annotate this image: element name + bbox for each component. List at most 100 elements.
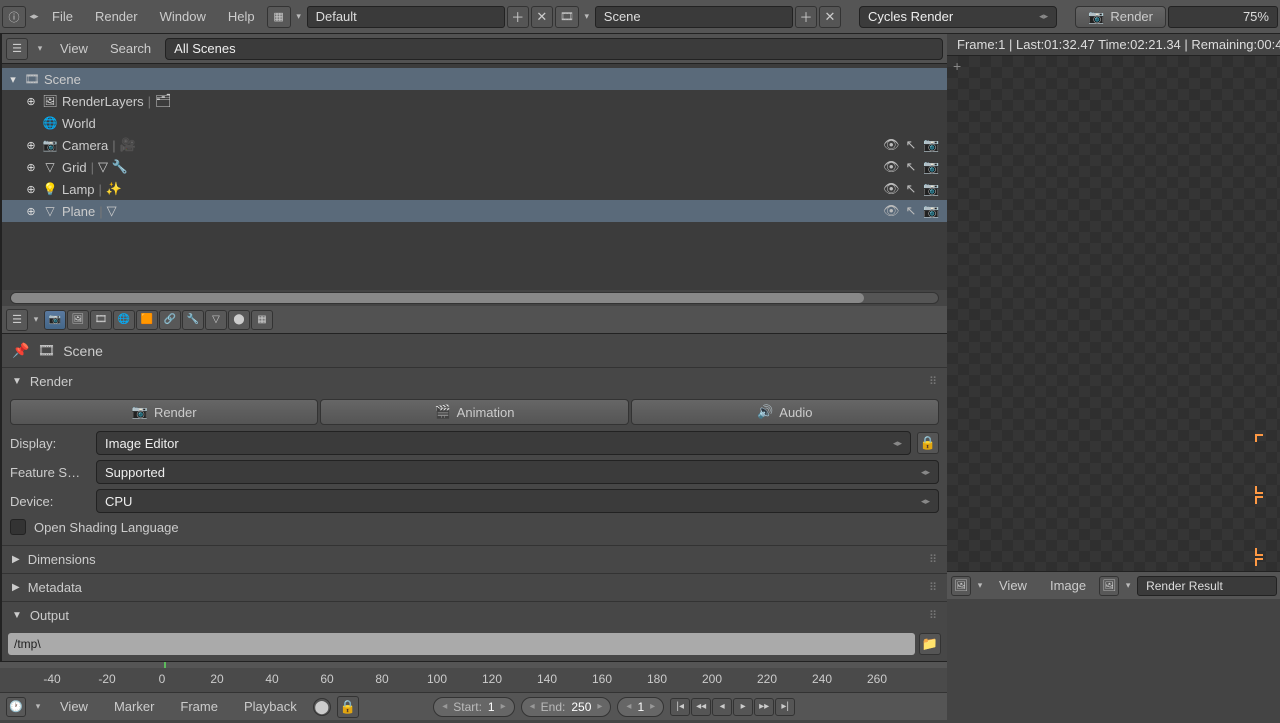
tree-row[interactable]: 🌐World xyxy=(2,112,947,134)
tree-row[interactable]: ⊕📷Camera | 🎥👁↖📷 xyxy=(2,134,947,156)
layout-add-icon[interactable]: ＋ xyxy=(507,6,529,28)
device-select[interactable]: CPU◂▸ xyxy=(96,489,939,513)
pin-icon[interactable]: 📌 xyxy=(12,342,29,359)
tl-menu-playback[interactable]: Playback xyxy=(234,691,307,723)
cursor-icon[interactable]: ↖ xyxy=(903,159,919,175)
expand-icon[interactable]: ⊕ xyxy=(24,95,38,108)
start-frame-field[interactable]: ◂Start: 1▸ xyxy=(433,697,514,717)
tl-menu-marker[interactable]: Marker xyxy=(104,691,164,723)
scene-add-icon[interactable]: ＋ xyxy=(795,6,817,28)
tab-texture-icon[interactable]: ▦ xyxy=(251,310,273,330)
properties-editor-icon[interactable]: ☰ xyxy=(6,309,28,331)
tab-scene-icon[interactable]: 🎞 xyxy=(90,310,112,330)
feature-set-select[interactable]: Supported◂▸ xyxy=(96,460,939,484)
tl-menu-frame[interactable]: Frame xyxy=(170,691,228,723)
image-editor-icon[interactable]: 🖼 xyxy=(951,576,971,596)
jump-end-icon[interactable]: ▸| xyxy=(775,698,795,716)
menu-window[interactable]: Window xyxy=(150,1,216,33)
layout-icon[interactable]: ▦ xyxy=(267,6,291,28)
expand-icon[interactable]: ⊕ xyxy=(24,139,38,152)
scene-del-icon[interactable]: ✕ xyxy=(819,6,841,28)
render-icon[interactable]: 📷 xyxy=(923,137,939,153)
tree-row[interactable]: ⊕🖼RenderLayers | 🗂 xyxy=(2,90,947,112)
render-icon[interactable]: 📷 xyxy=(923,203,939,219)
split-corner-icon[interactable]: + xyxy=(953,58,961,74)
render-audio-button[interactable]: 🔊Audio xyxy=(631,399,939,425)
tree-row[interactable]: ⊕▽Plane | ▽👁↖📷 xyxy=(2,200,947,222)
tab-modifier-icon[interactable]: 🔧 xyxy=(182,310,204,330)
current-frame-field[interactable]: ◂1▸ xyxy=(617,697,664,717)
dimensions-panel-header[interactable]: ▶Dimensions⠿ xyxy=(2,546,947,573)
outliner-filter[interactable]: All Scenes xyxy=(165,38,943,60)
cursor-icon[interactable]: ↖ xyxy=(903,137,919,153)
tree-row[interactable]: ⊕▽Grid | ▽ 🔧👁↖📷 xyxy=(2,156,947,178)
keyframe-next-icon[interactable]: ▸▸ xyxy=(754,698,774,716)
scene-field[interactable]: Scene xyxy=(595,6,793,28)
render-panel-header[interactable]: ▼ Render⠿ xyxy=(2,368,947,395)
eye-icon[interactable]: 👁 xyxy=(883,137,899,153)
play-icon[interactable]: ▸ xyxy=(733,698,753,716)
outliner-scroll[interactable] xyxy=(10,292,939,304)
menu-file[interactable]: File xyxy=(42,1,83,33)
layout-field[interactable]: Default xyxy=(307,6,505,28)
image-browse-icon[interactable]: 🖼 xyxy=(1099,576,1119,596)
info-editor-icon[interactable]: ⓘ xyxy=(2,6,26,28)
editor-type-dropdown[interactable]: ◂▸ xyxy=(28,11,40,22)
layout-del-icon[interactable]: ✕ xyxy=(531,6,553,28)
tab-render-icon[interactable]: 📷 xyxy=(44,310,66,330)
menu-view[interactable]: View xyxy=(989,570,1037,602)
file-browse-icon[interactable]: 📁 xyxy=(919,633,941,655)
tab-material-icon[interactable]: ⬤ xyxy=(228,310,250,330)
outliner-editor-icon[interactable]: ☰ xyxy=(6,38,28,60)
expand-icon[interactable]: ⊕ xyxy=(24,183,38,196)
render-icon[interactable]: 📷 xyxy=(923,181,939,197)
checkbox-icon[interactable] xyxy=(10,519,26,535)
keying-set-icon[interactable]: 🔒 xyxy=(337,696,359,718)
tab-renderlayer-icon[interactable]: 🖼 xyxy=(67,310,89,330)
image-name-field[interactable]: Render Result xyxy=(1137,576,1277,596)
eye-icon[interactable]: 👁 xyxy=(883,181,899,197)
cursor-icon[interactable]: ↖ xyxy=(903,181,919,197)
expand-icon[interactable]: ▾ xyxy=(6,73,20,86)
output-path-field[interactable]: /tmp\ xyxy=(8,633,915,655)
metadata-panel-header[interactable]: ▶Metadata⠿ xyxy=(2,574,947,601)
tab-world-icon[interactable]: 🌐 xyxy=(113,310,135,330)
outliner-search[interactable]: Search xyxy=(102,33,159,65)
cursor-icon[interactable]: ↖ xyxy=(903,203,919,219)
render-icon[interactable]: 📷 xyxy=(923,159,939,175)
tab-data-icon[interactable]: ▽ xyxy=(205,310,227,330)
expand-icon[interactable]: ⊕ xyxy=(24,205,38,218)
tree-row[interactable]: ▾🎞Scene xyxy=(2,68,947,90)
render-image-button[interactable]: 📷Render xyxy=(10,399,318,425)
eye-icon[interactable]: 👁 xyxy=(883,203,899,219)
render-tile-marker xyxy=(1255,558,1280,571)
play-reverse-icon[interactable]: ◂ xyxy=(712,698,732,716)
chevron-down-icon: ▼ xyxy=(12,376,22,387)
tab-object-icon[interactable]: 🟧 xyxy=(136,310,158,330)
menu-help[interactable]: Help xyxy=(218,1,265,33)
record-button[interactable]: ⬤ xyxy=(313,698,331,716)
keyframe-prev-icon[interactable]: ◂◂ xyxy=(691,698,711,716)
jump-start-icon[interactable]: |◂ xyxy=(670,698,690,716)
osl-checkbox-row[interactable]: Open Shading Language xyxy=(10,519,939,535)
menu-render[interactable]: Render xyxy=(85,1,148,33)
display-select[interactable]: Image Editor◂▸ xyxy=(96,431,911,455)
output-panel-header[interactable]: ▼Output⠿ xyxy=(2,602,947,629)
display-lock-icon[interactable]: 🔒 xyxy=(917,432,939,454)
expand-icon[interactable]: ⊕ xyxy=(24,161,38,174)
outliner-tree[interactable]: ▾🎞Scene⊕🖼RenderLayers | 🗂🌐World⊕📷Camera … xyxy=(2,64,947,290)
eye-icon[interactable]: 👁 xyxy=(883,159,899,175)
tl-menu-view[interactable]: View xyxy=(50,691,98,723)
scene-icon[interactable]: 🎞 xyxy=(555,6,579,28)
menu-image[interactable]: Image xyxy=(1040,570,1096,602)
timeline-editor-icon[interactable]: 🕐 xyxy=(6,697,26,717)
render-animation-button[interactable]: 🎬Animation xyxy=(320,399,628,425)
render-viewport[interactable]: + + xyxy=(947,56,1280,571)
end-frame-field[interactable]: ◂End: 250▸ xyxy=(521,697,612,717)
timeline-ruler[interactable]: -40-200204060801001201401601802002202402… xyxy=(0,668,947,692)
tab-constraint-icon[interactable]: 🔗 xyxy=(159,310,181,330)
tree-row[interactable]: ⊕💡Lamp | ✨👁↖📷 xyxy=(2,178,947,200)
engine-select[interactable]: Cycles Render◂▸ xyxy=(859,6,1057,28)
outliner-view[interactable]: View xyxy=(52,33,96,65)
render-button[interactable]: 📷 Render xyxy=(1075,6,1166,28)
